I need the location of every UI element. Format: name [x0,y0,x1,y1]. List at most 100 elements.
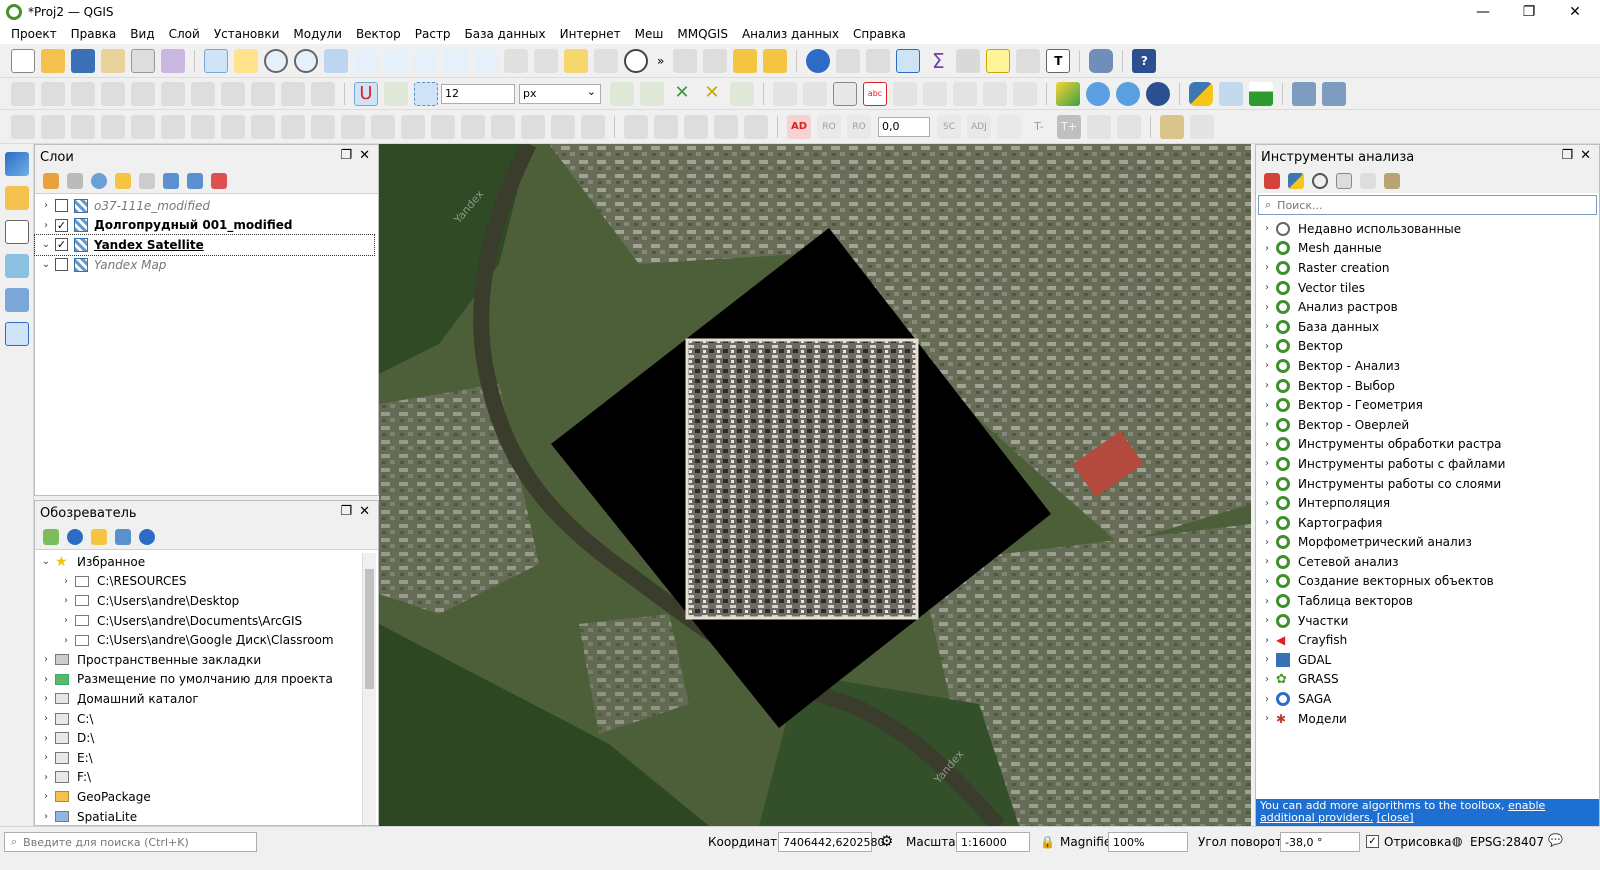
layer-visibility-checkbox[interactable]: ✓ [55,218,68,232]
chevron-right-icon[interactable]: › [1258,517,1276,528]
undo-icon[interactable] [281,81,305,106]
processing-group[interactable]: › Raster creation [1256,258,1599,278]
chevron-right-icon[interactable]: › [57,595,75,606]
show-bookmarks-icon[interactable] [594,48,618,73]
digitize-2-icon[interactable] [41,114,65,139]
digitize-6-icon[interactable] [161,114,185,139]
processing-group[interactable]: › Инструменты работы со слоями [1256,474,1599,494]
history-icon[interactable] [1312,173,1328,189]
georeferencer-icon[interactable] [1056,81,1080,106]
t-plus-icon[interactable]: T+ [1057,114,1081,139]
refresh-icon[interactable] [67,529,83,545]
map-canvas[interactable]: Yandex Yandex [379,144,1251,826]
processing-group[interactable]: › Участки [1256,611,1599,631]
edit-features-in-place-icon[interactable] [1360,173,1376,189]
chevron-right-icon[interactable]: › [37,674,55,685]
chevron-right-icon[interactable]: › [37,791,55,802]
pan-to-selection-icon[interactable] [234,48,258,73]
options-wrench-icon[interactable] [1384,173,1400,189]
add-vector-layer-icon[interactable] [5,220,29,244]
snap-intersection-icon[interactable] [610,81,634,106]
add-selected-layers-icon[interactable] [43,529,59,545]
python-console-icon[interactable] [1189,81,1213,106]
render-checkbox[interactable]: ✓ [1366,835,1379,848]
measure-icon[interactable] [956,48,981,73]
messages-icon[interactable]: 💬 [1548,833,1563,847]
label-pin-icon[interactable] [773,81,797,106]
processing-group[interactable]: › Морфометрический анализ [1256,533,1599,553]
browser-item[interactable]: › Размещение по умолчанию для проекта [35,670,378,690]
add-geopackage-icon[interactable] [5,186,29,210]
digitize-19-icon[interactable] [551,114,575,139]
digitize-18-icon[interactable] [521,114,545,139]
label-tool-icon[interactable] [1013,81,1037,106]
label-highlight-icon[interactable] [833,81,857,106]
filter-legend-icon[interactable] [115,173,131,189]
redo-icon[interactable] [311,81,335,106]
delete-selected-icon[interactable] [161,81,185,106]
copy-features-icon[interactable] [221,81,245,106]
chevron-right-icon[interactable]: › [1258,302,1276,313]
layer-row[interactable]: ⌄ ✓ Yandex Satellite [34,234,375,256]
properties-info-icon[interactable] [139,529,155,545]
browser-item[interactable]: › SpatiaLite [35,807,378,825]
chevron-right-icon[interactable]: › [1258,694,1276,705]
zoom-next-icon[interactable] [474,48,498,73]
locator-icon[interactable] [1016,48,1041,73]
chevron-right-icon[interactable]: › [1258,478,1276,489]
chevron-right-icon[interactable]: › [1258,498,1276,509]
advanced-digitize-icon[interactable]: AD [787,114,811,139]
shape-4-icon[interactable] [714,114,738,139]
scripts-icon[interactable] [1288,173,1304,189]
menu-item[interactable]: Интернет [553,27,628,41]
add-group-icon[interactable] [67,173,83,189]
menu-item[interactable]: Установки [207,27,287,41]
chevron-right-icon[interactable]: › [1258,321,1276,332]
remove-layer-icon[interactable] [211,173,227,189]
chevron-right-icon[interactable]: › [1258,556,1276,567]
browser-item[interactable]: › Пространственные закладки [35,650,378,670]
chevron-right-icon[interactable]: › [1258,458,1276,469]
toolbar-overflow-icon[interactable]: » [657,54,664,68]
processing-group[interactable]: › Анализ растров [1256,297,1599,317]
chevron-right-icon[interactable]: › [1258,674,1276,685]
digitize-7-icon[interactable] [191,114,215,139]
self-snap-icon[interactable] [730,81,754,106]
deselect-all-icon[interactable] [733,48,758,73]
chevron-right-icon[interactable]: › [37,811,55,822]
browser-item[interactable]: › E:\ [35,748,378,768]
browser-item[interactable]: › C:\Users\andre\Google Диск\Classroom [35,630,378,650]
add-wfs-icon[interactable] [1116,81,1140,106]
adj-icon[interactable]: ADJ [967,114,991,139]
menu-item[interactable]: База данных [458,27,553,41]
processing-search-input[interactable]: ⌕ Поиск... [1258,195,1597,215]
processing-group[interactable]: › Сетевой анализ [1256,552,1599,572]
identify-icon[interactable] [806,48,831,73]
processing-toolbox-icon[interactable] [896,48,921,73]
rotate-icon[interactable]: RO [847,114,871,139]
chevron-right-icon[interactable]: › [57,576,75,587]
show-hide-label-icon[interactable] [983,81,1007,106]
browser-item[interactable]: › C:\Users\andre\Desktop [35,591,378,611]
save-as-icon[interactable] [101,48,125,73]
digitize-4-icon[interactable] [101,114,125,139]
new-map-view-icon[interactable] [504,48,528,73]
processing-group[interactable]: › Инструменты обработки растра [1256,435,1599,455]
chevron-right-icon[interactable]: › [1258,262,1276,273]
adj2-icon[interactable] [997,114,1021,139]
plugin-b-icon[interactable] [1322,81,1346,106]
diagram-pin-icon[interactable] [803,81,827,106]
models-toolbar-icon[interactable] [1264,173,1280,189]
chevron-right-icon[interactable]: › [1258,654,1276,665]
pan-hand-icon[interactable] [204,48,228,73]
digitize-13-icon[interactable] [371,114,395,139]
pause-icon[interactable] [1087,114,1111,139]
snap-vertex-icon[interactable] [384,81,408,106]
digitize-11-icon[interactable] [311,114,335,139]
sc-icon[interactable]: SC [937,114,961,139]
close-icon[interactable]: ✕ [1552,0,1598,24]
notice-close-link[interactable]: [close] [1377,811,1414,824]
attribute-table-icon[interactable] [836,48,861,73]
chevron-right-icon[interactable]: › [37,654,55,665]
chevron-right-icon[interactable]: › [1258,360,1276,371]
